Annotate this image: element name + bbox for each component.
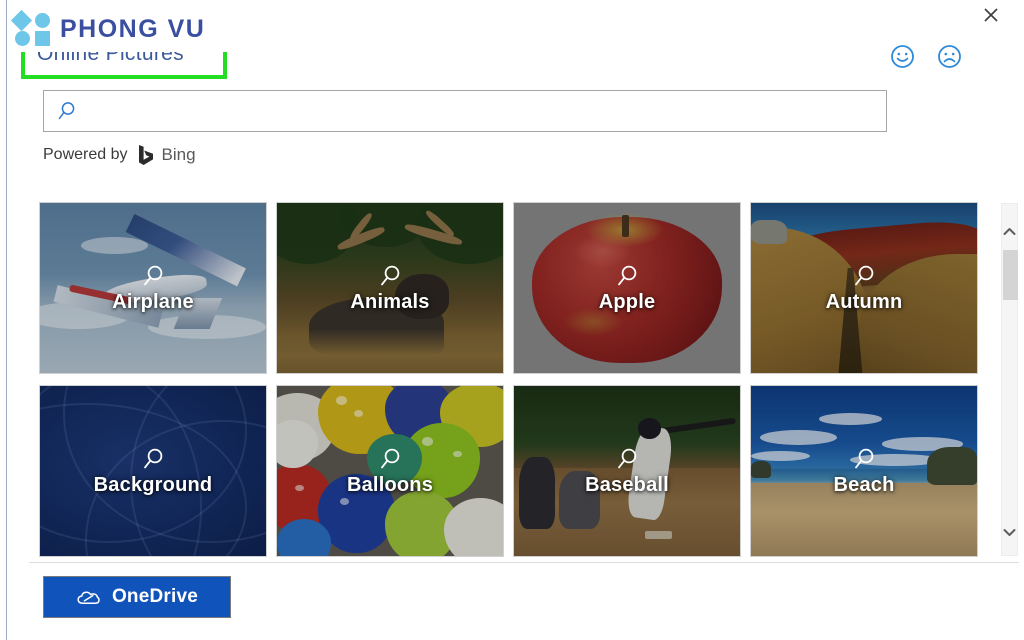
bing-attribution: Powered by Bing [43,144,196,166]
scroll-down-icon[interactable] [1002,523,1017,541]
bing-logo-icon [136,144,156,166]
onedrive-label: OneDrive [111,586,199,607]
powered-by-label: Powered by [43,146,128,163]
feedback-controls [890,44,962,69]
circle-icon [35,13,50,28]
tile-search-icon [377,263,403,289]
tile-search-icon [614,263,640,289]
footer-divider [29,562,1019,563]
screenshot-root: Online Pictures Powered by Bing Airplane… [0,0,1024,640]
tile-baseball[interactable]: Baseball [513,385,741,557]
smile-face-icon[interactable] [890,44,915,69]
scroll-up-icon[interactable] [1002,222,1017,240]
square-icon [35,31,50,46]
tile-label: Balloons [346,473,434,496]
tile-label: Airplane [112,290,194,313]
close-icon[interactable] [978,2,1004,28]
tile-search-icon [377,446,403,472]
online-pictures-dialog: Online Pictures Powered by Bing Airplane… [6,0,1024,640]
frown-face-icon[interactable] [937,44,962,69]
search-input[interactable] [78,90,886,132]
tile-autumn[interactable]: Autumn [750,202,978,374]
cloud-icon [76,588,100,606]
tile-airplane[interactable]: Airplane [39,202,267,374]
tile-label: Beach [833,473,895,496]
scrollbar-thumb[interactable] [1003,250,1018,300]
tile-label: Baseball [585,473,669,496]
tile-search-icon [140,263,166,289]
picture-category-grid: Airplane Animals Apple Autumn Background… [39,202,989,558]
tile-label: Apple [598,290,656,313]
tile-search-icon [140,446,166,472]
tile-search-icon [614,446,640,472]
tile-label: Autumn [825,290,903,313]
tile-animals[interactable]: Animals [276,202,504,374]
tile-balloons[interactable]: Balloons [276,385,504,557]
search-box[interactable] [43,90,887,132]
tile-label: Background [93,473,213,496]
phong-vu-logo-marks [10,9,52,47]
tile-apple[interactable]: Apple [513,202,741,374]
onedrive-button[interactable]: OneDrive [43,576,231,618]
bing-label: Bing [161,145,196,164]
tile-label: Animals [350,290,430,313]
tile-search-icon [851,263,877,289]
tile-search-icon [851,446,877,472]
phong-vu-logo-text: PHONG VU [60,14,206,43]
tile-beach[interactable]: Beach [750,385,978,557]
search-icon [56,100,78,122]
phong-vu-logo: PHONG VU [10,6,234,52]
diamond-icon [10,9,33,32]
circle-icon [15,31,30,46]
vertical-scrollbar[interactable] [1001,203,1018,556]
tile-background[interactable]: Background [39,385,267,557]
